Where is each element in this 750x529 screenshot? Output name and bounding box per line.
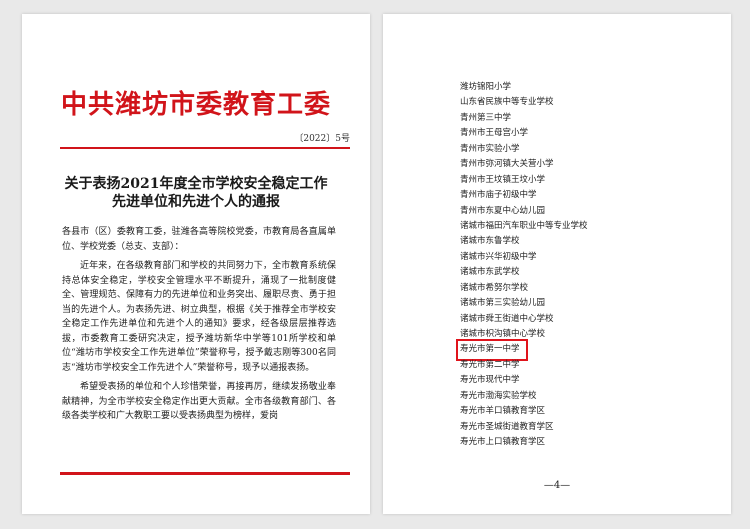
document-page-right: 潍坊锦阳小学山东省民族中等专业学校 青州第三中学青州市王母宫小学 青州市实验小学青州… (383, 14, 731, 514)
school-list-item: 寿光市第二中学 (460, 359, 520, 370)
school-list-item: 诸城市兴华初级中学 (460, 251, 537, 262)
school-list-item: 青州市实验小学 (460, 143, 520, 154)
school-list-item: 潍坊锦阳小学 (460, 82, 512, 92)
red-divider-bottom (60, 472, 350, 475)
school-list-item-highlighted: 寿光市第一中学 (456, 339, 528, 361)
school-list-item: 诸城市东鲁学校 (460, 236, 520, 247)
title-line-2: 先进单位和先进个人的通报 (112, 194, 280, 210)
salutation-paragraph: 各县市（区）委教育工委，驻潍各高等院校党委，市教育局各直属单位、学校党委（总支、… (62, 227, 336, 252)
school-list-item: 寿光市圣城街道教育学区 (460, 421, 554, 432)
school-list-item: 山东省民族中等专业学校 (460, 97, 554, 108)
school-list-item: 青州市王坟镇王坟小学 (460, 174, 546, 185)
school-list-item: 寿光市羊口镇教育学区 (460, 406, 546, 417)
school-list-item: 青州市王母宫小学 (460, 128, 529, 139)
org-header: 中共潍坊市委教育工委 (60, 90, 331, 120)
red-divider-top (60, 147, 350, 149)
school-list-item: 寿光市上口镇教育学区 (460, 437, 546, 448)
school-list-item: 寿光市现代中学 (460, 375, 520, 386)
page-number: —4— (543, 480, 571, 491)
school-list: 潍坊锦阳小学山东省民族中等专业学校 青州第三中学青州市王母宫小学 青州市实验小学青州… (456, 80, 588, 451)
body-paragraph: 希望受表扬的单位和个人珍惜荣誉，再接再厉，继续发扬敬业奉献精神，为全市学校安全稳… (62, 382, 336, 421)
document-body: 各县市（区）委教育工委，驻潍各高等院校党委，市教育局各直属单位、学校党委（总支、… (62, 225, 336, 424)
document-number: 〔2022〕5号 (294, 134, 350, 144)
title-line-1: 关于表扬2021年度全市学校安全稳定工作 (64, 176, 328, 192)
school-list-item: 寿光市渤海实验学校 (460, 390, 537, 401)
school-list-item: 青州市庙子初级中学 (460, 190, 537, 201)
school-list-item: 诸城市福田汽车职业中等专业学校 (460, 220, 588, 231)
school-list-item: 诸城市东武学校 (460, 267, 520, 278)
school-list-item: 青州市东夏中心幼儿园 (460, 205, 546, 216)
document-page-left: 中共潍坊市委教育工委 〔2022〕5号 关于表扬2021年度全市学校安全稳定工作… (22, 14, 370, 514)
school-list-item: 诸城市第三实验幼儿园 (460, 298, 546, 309)
document-title: 关于表扬2021年度全市学校安全稳定工作 先进单位和先进个人的通报 (22, 175, 370, 211)
school-list-item: 诸城市希努尔学校 (460, 282, 529, 293)
body-paragraph: 近年来，在各级教育部门和学校的共同努力下，全市教育系统保持总体安全稳定，学校安全… (62, 261, 336, 373)
school-list-item: 青州市弥河镇大关营小学 (460, 159, 554, 170)
school-list-item: 青州第三中学 (460, 112, 512, 123)
school-list-item: 诸城市舜王街道中心学校 (460, 313, 554, 324)
school-list-item: 诸城市枳沟镇中心学校 (460, 329, 546, 339)
